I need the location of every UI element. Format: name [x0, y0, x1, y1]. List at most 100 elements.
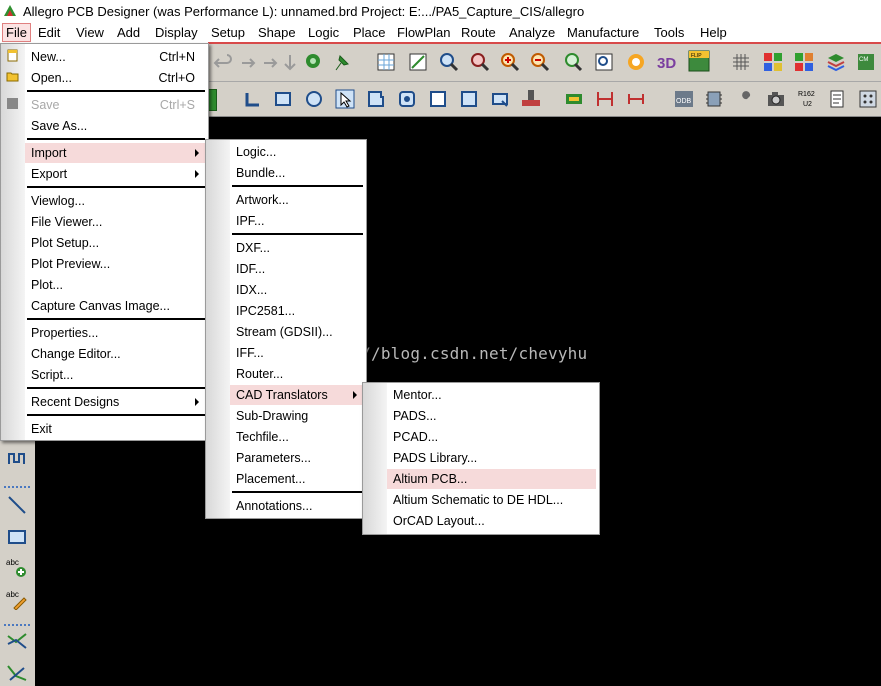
grid-icon[interactable] [376, 52, 396, 72]
board-icon[interactable] [520, 87, 542, 109]
wave-icon[interactable] [6, 448, 28, 470]
cmd-icon[interactable]: CM [856, 52, 876, 72]
file-menu-script[interactable]: Script... [25, 365, 205, 385]
select-icon[interactable] [335, 89, 355, 109]
cad-pads[interactable]: PADS... [387, 406, 596, 426]
import-iff[interactable]: IFF... [230, 343, 363, 363]
menu-view[interactable]: View [76, 25, 104, 40]
import-router[interactable]: Router... [230, 364, 363, 384]
menu-analyze[interactable]: Analyze [509, 25, 555, 40]
cad-mentor[interactable]: Mentor... [387, 385, 596, 405]
sheet-icon[interactable] [828, 89, 848, 109]
edit-text-icon[interactable]: abc [6, 588, 28, 610]
menu-manufacture[interactable]: Manufacture [567, 25, 639, 40]
color-icon[interactable] [763, 52, 783, 72]
shape-icon[interactable] [366, 89, 386, 109]
file-menu-new[interactable]: New... Ctrl+N [25, 47, 205, 67]
circle-icon[interactable] [304, 89, 324, 109]
square-icon[interactable] [428, 89, 448, 109]
menu-file[interactable]: File [2, 23, 31, 42]
grid-toggle-icon[interactable] [731, 52, 751, 72]
file-menu-change-editor[interactable]: Change Editor... [25, 344, 205, 364]
menu-shape[interactable]: Shape [258, 25, 296, 40]
zoom-icon[interactable] [470, 52, 490, 72]
menu-tools[interactable]: Tools [654, 25, 684, 40]
file-menu-recent-designs[interactable]: Recent Designs [25, 392, 205, 412]
import-ipf[interactable]: IPF... [230, 211, 363, 231]
line-icon[interactable] [6, 494, 28, 516]
file-menu-open[interactable]: Open... Ctrl+O [25, 68, 205, 88]
import-bundle[interactable]: Bundle... [230, 163, 363, 183]
import-sub-drawing[interactable]: Sub-Drawing [230, 406, 363, 426]
import-idf[interactable]: IDF... [230, 259, 363, 279]
refdes-icon[interactable]: R162 U2 [797, 87, 819, 109]
zoom-in-icon[interactable] [500, 52, 520, 72]
component-icon[interactable] [564, 89, 584, 109]
add-text-icon[interactable]: abc [6, 556, 28, 578]
import-annotations[interactable]: Annotations... [230, 496, 363, 516]
wrench-icon[interactable] [735, 89, 755, 109]
file-menu-properties[interactable]: Properties... [25, 323, 205, 343]
camera-icon[interactable] [766, 89, 786, 109]
file-menu-import[interactable]: Import [25, 143, 205, 163]
zoom-window-icon[interactable] [594, 52, 614, 72]
connect-icon[interactable] [6, 630, 28, 652]
move-icon[interactable] [243, 89, 263, 109]
pin-icon[interactable] [303, 52, 323, 72]
rectangle-icon[interactable] [6, 526, 28, 548]
down-arrow-icon[interactable] [280, 53, 300, 73]
dimension-icon[interactable] [595, 89, 615, 109]
zoom-out-icon[interactable] [530, 52, 550, 72]
import-parameters[interactable]: Parameters... [230, 448, 363, 468]
layers-icon[interactable] [794, 52, 814, 72]
file-menu-plot-setup[interactable]: Plot Setup... [25, 233, 205, 253]
file-menu-save-as[interactable]: Save As... [25, 116, 205, 136]
cad-altium-pcb[interactable]: Altium PCB... [387, 469, 596, 489]
pin-icon[interactable] [332, 52, 352, 72]
redraw-icon[interactable] [626, 52, 646, 72]
import-idx[interactable]: IDX... [230, 280, 363, 300]
import-stream-gdsii[interactable]: Stream (GDSII)... [230, 322, 363, 342]
file-menu-file-viewer[interactable]: File Viewer... [25, 212, 205, 232]
chip-icon[interactable] [858, 89, 878, 109]
fill-icon[interactable] [459, 89, 479, 109]
cad-pads-library[interactable]: PADS Library... [387, 448, 596, 468]
void-icon[interactable] [490, 89, 510, 109]
odb-icon[interactable]: ODB [673, 88, 695, 110]
redo-icon[interactable] [236, 53, 256, 73]
undo-icon[interactable] [213, 53, 233, 73]
file-menu-viewlog[interactable]: Viewlog... [25, 191, 205, 211]
menu-edit[interactable]: Edit [38, 25, 60, 40]
menu-help[interactable]: Help [700, 25, 727, 40]
cad-pcad[interactable]: PCAD... [387, 427, 596, 447]
menu-flowplan[interactable]: FlowPlan [397, 25, 450, 40]
zoom-fit-icon[interactable] [408, 52, 428, 72]
menu-place[interactable]: Place [353, 25, 386, 40]
rectangle-icon[interactable] [273, 89, 293, 109]
file-menu-capture-canvas-image[interactable]: Capture Canvas Image... [25, 296, 205, 316]
import-techfile[interactable]: Techfile... [230, 427, 363, 447]
file-menu-plot[interactable]: Plot... [25, 275, 205, 295]
import-dxf[interactable]: DXF... [230, 238, 363, 258]
zoom-icon[interactable] [439, 52, 459, 72]
cad-altium-schematic[interactable]: Altium Schematic to DE HDL... [387, 490, 596, 510]
menu-setup[interactable]: Setup [211, 25, 245, 40]
zoom-prev-icon[interactable] [563, 52, 583, 72]
import-ipc2581[interactable]: IPC2581... [230, 301, 363, 321]
cad-orcad-layout[interactable]: OrCAD Layout... [387, 511, 596, 531]
import-logic[interactable]: Logic... [230, 142, 363, 162]
import-artwork[interactable]: Artwork... [230, 190, 363, 210]
menu-add[interactable]: Add [117, 25, 140, 40]
flip-icon[interactable]: FLIP [688, 50, 710, 72]
import-cad-translators[interactable]: CAD Translators [230, 385, 363, 405]
import-placement[interactable]: Placement... [230, 469, 363, 489]
route-icon[interactable] [6, 662, 28, 684]
file-menu-plot-preview[interactable]: Plot Preview... [25, 254, 205, 274]
menu-logic[interactable]: Logic [308, 25, 339, 40]
stack-icon[interactable] [826, 52, 846, 72]
component-icon[interactable] [704, 89, 724, 109]
shape2-icon[interactable] [397, 89, 417, 109]
3d-view-icon[interactable]: 3D [656, 51, 678, 73]
redo-icon[interactable] [258, 53, 278, 73]
menu-display[interactable]: Display [155, 25, 198, 40]
